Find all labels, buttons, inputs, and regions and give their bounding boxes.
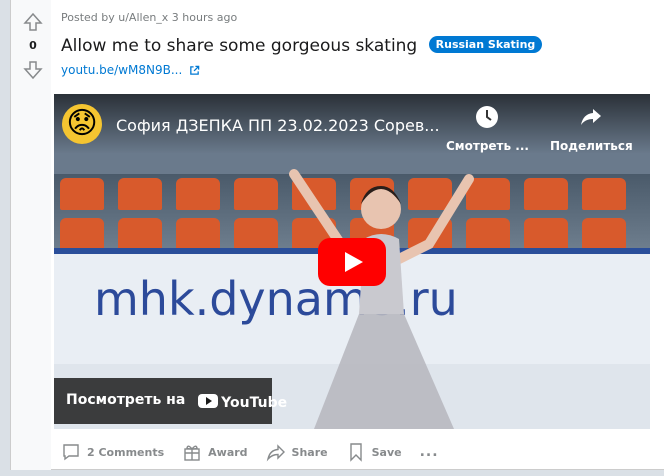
video-share-button[interactable]: Поделиться <box>550 104 633 153</box>
post-meta[interactable]: Posted by u/Allen_x 3 hours ago <box>61 11 237 24</box>
video-embed[interactable]: mhk.dynamo.ru 😟 София ДЗЕПКА ПП 23.02.20… <box>54 94 650 429</box>
share-label: Share <box>291 445 328 459</box>
share-arrow-icon <box>581 109 602 125</box>
post-title-text[interactable]: Allow me to share some gorgeous skating <box>61 36 417 56</box>
play-button[interactable] <box>318 238 386 286</box>
vote-score: 0 <box>29 39 37 52</box>
post-actions: 2 Comments Award Share Save ... <box>61 438 439 466</box>
watch-later-button[interactable]: Смотреть ... <box>446 104 529 153</box>
comments-label: 2 Comments <box>87 445 165 459</box>
award-icon <box>184 445 200 461</box>
upvote-arrow-icon[interactable] <box>23 12 43 32</box>
award-label: Award <box>208 445 248 459</box>
post-flair[interactable]: Russian Skating <box>428 36 543 53</box>
vote-column: 0 <box>11 0 51 470</box>
share-button[interactable]: Share <box>266 442 328 462</box>
channel-avatar-icon[interactable]: 😟 <box>62 104 102 144</box>
award-button[interactable]: Award <box>182 442 248 462</box>
comment-icon <box>63 444 79 461</box>
post-link-text[interactable]: youtu.be/wM8N9B... <box>61 63 182 77</box>
comments-button[interactable]: 2 Comments <box>61 442 164 462</box>
more-options-button[interactable]: ... <box>420 444 439 460</box>
external-link-icon[interactable] <box>189 65 200 76</box>
watch-on-youtube-button[interactable]: Посмотреть на YouTube <box>54 378 287 424</box>
video-title[interactable]: София ДЗЕПКА ПП 23.02.2023 Сорев... <box>116 116 440 135</box>
share-icon <box>266 444 285 462</box>
youtube-logo-text: YouTube <box>221 395 288 411</box>
clock-icon <box>476 106 499 128</box>
skater-figure <box>289 169 474 429</box>
bookmark-icon <box>349 443 362 462</box>
video-share-label: Поделиться <box>550 139 633 153</box>
post-card: 0 Posted by u/Allen_x 3 hours ago Allow … <box>10 0 664 470</box>
youtube-logo-icon: YouTube <box>198 394 287 411</box>
downvote-arrow-icon[interactable] <box>23 60 43 80</box>
save-button[interactable]: Save <box>346 442 402 462</box>
watch-on-label: Посмотреть на <box>66 392 186 408</box>
post-title[interactable]: Allow me to share some gorgeous skating … <box>61 36 543 56</box>
post-link[interactable]: youtu.be/wM8N9B... <box>61 63 200 77</box>
save-label: Save <box>371 445 402 459</box>
watch-later-label: Смотреть ... <box>446 139 529 153</box>
